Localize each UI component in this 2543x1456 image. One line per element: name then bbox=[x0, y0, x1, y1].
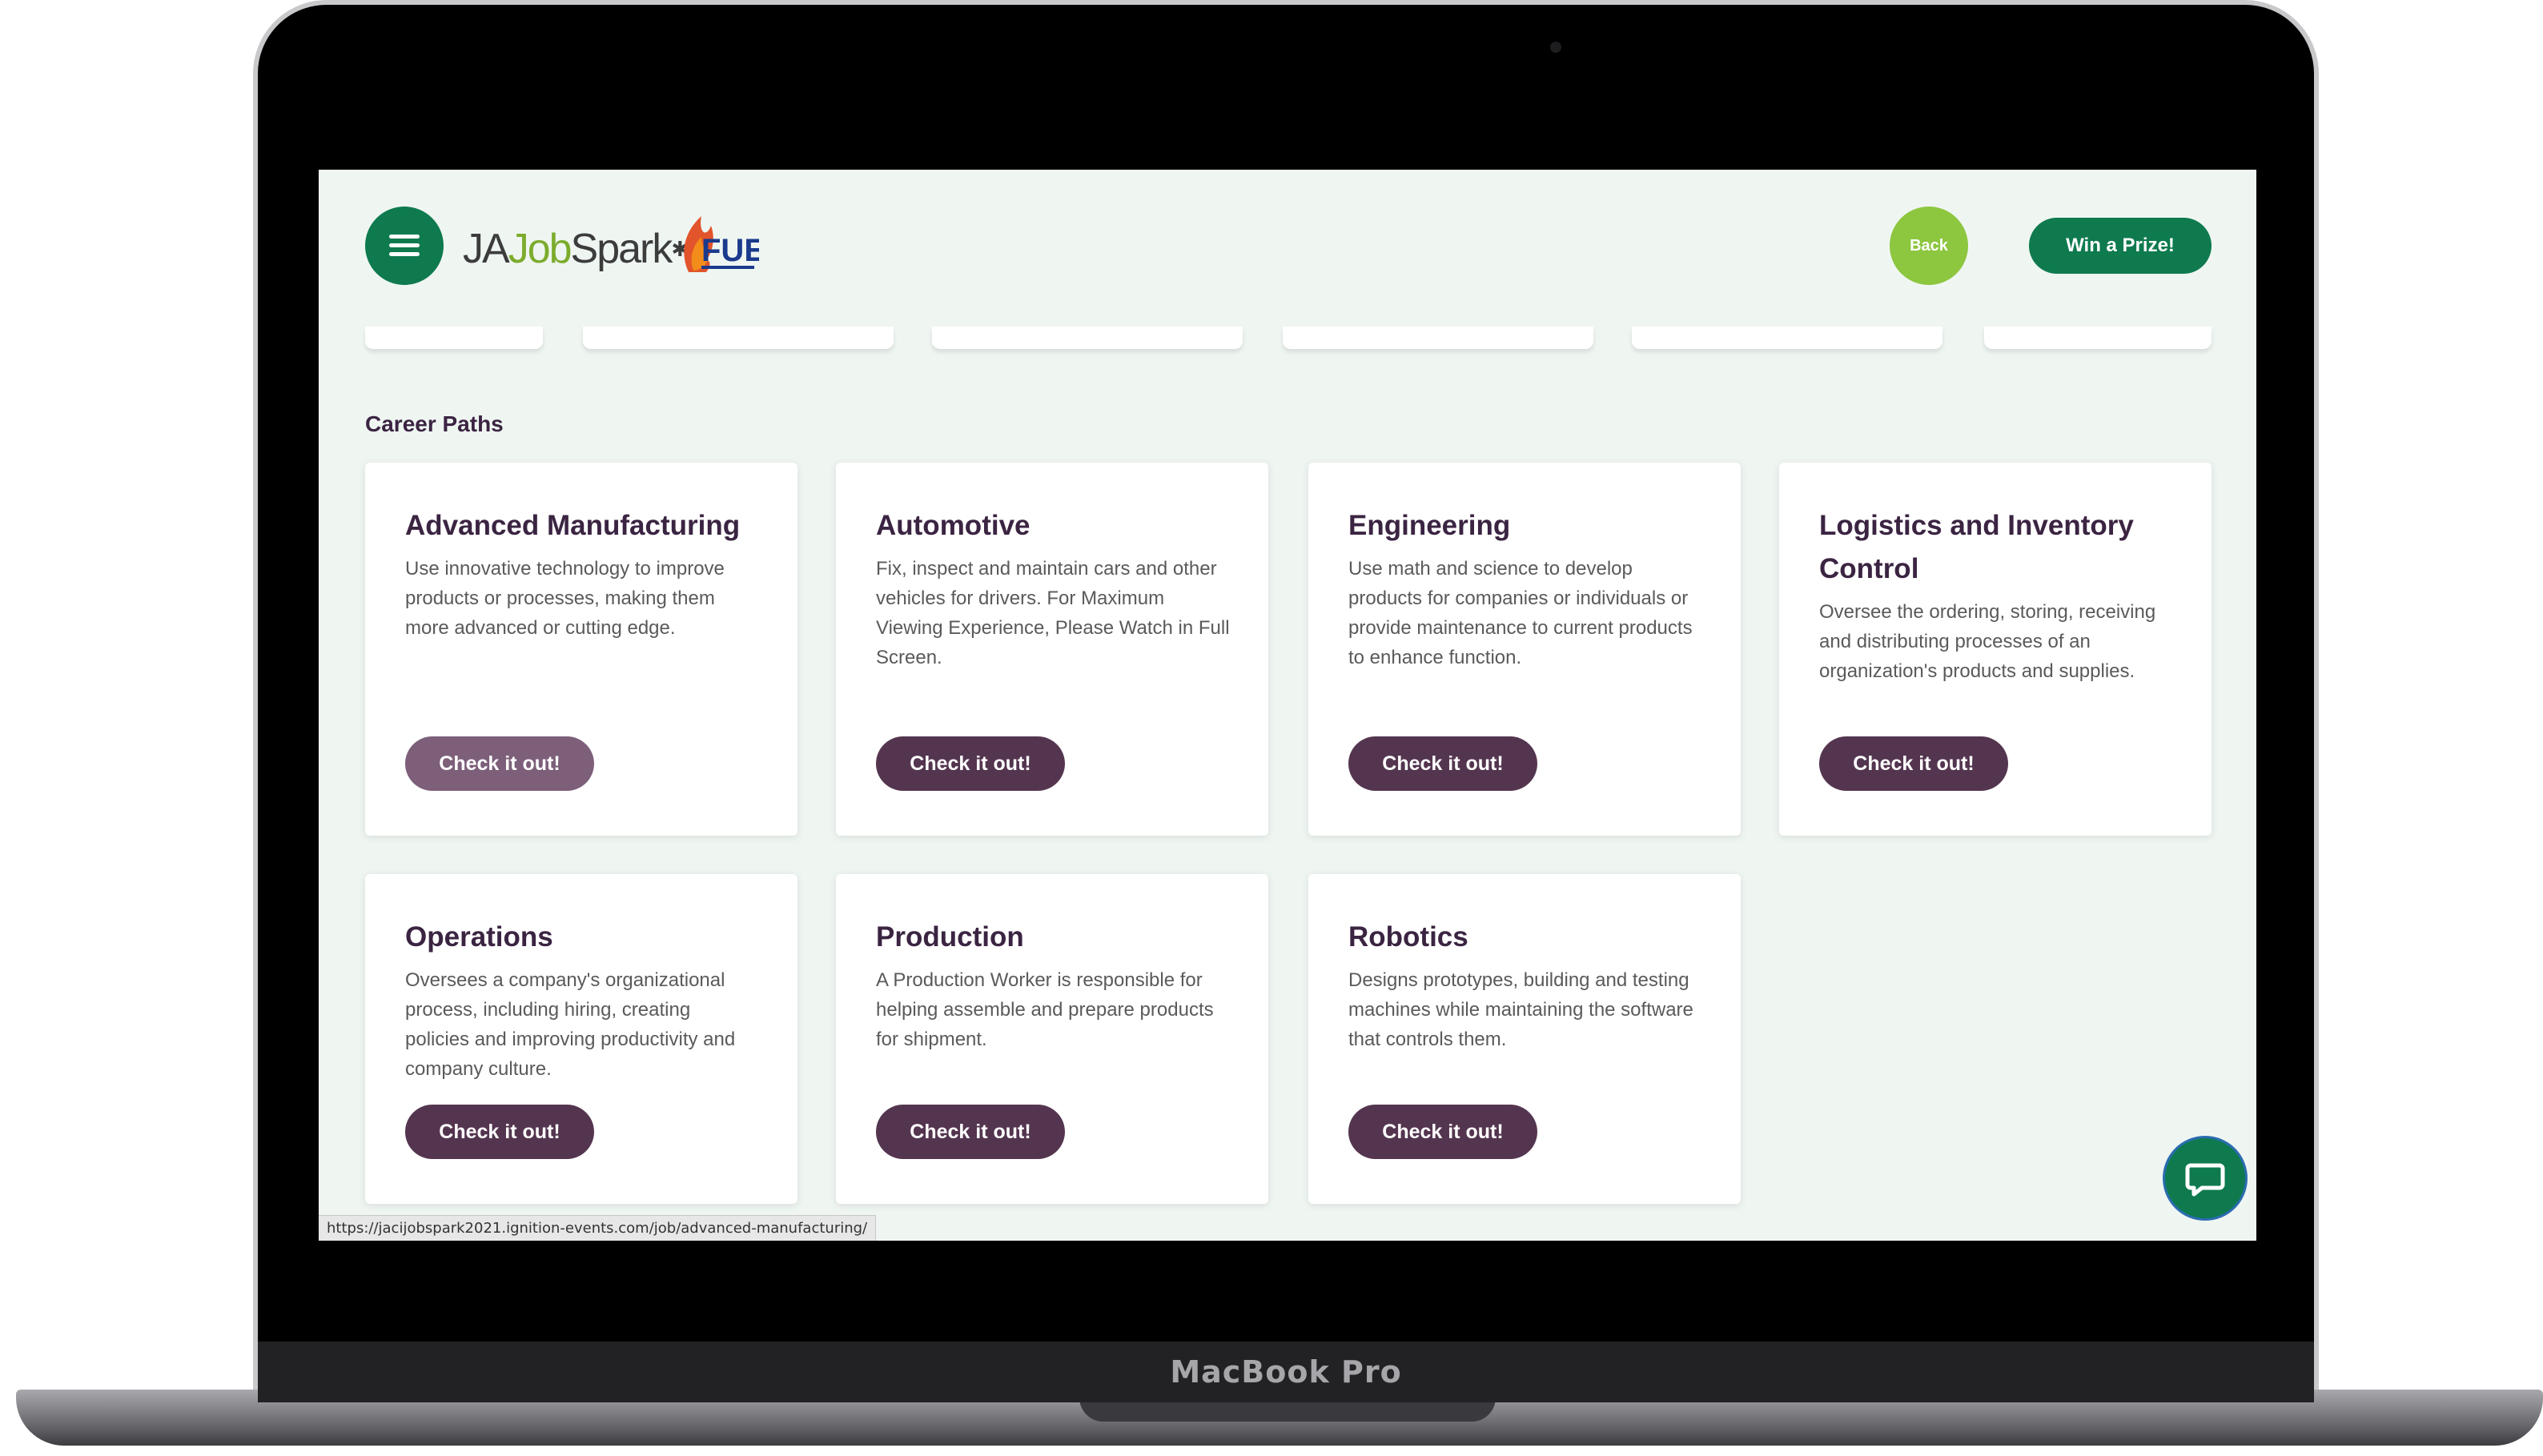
fuel-logo-text: FUEL bbox=[701, 233, 759, 268]
card-description: Designs prototypes, building and testing… bbox=[1348, 969, 1693, 1050]
career-card-engineering: Engineering Use math and science to deve… bbox=[1308, 463, 1741, 836]
logo-spark-text: Spark bbox=[570, 226, 673, 272]
check-it-out-button[interactable]: Check it out! bbox=[876, 1105, 1065, 1159]
card-title: Operations bbox=[405, 921, 553, 953]
card-description: Oversee the ordering, storing, receiving… bbox=[1819, 601, 2156, 682]
section-title: Career Paths bbox=[365, 411, 504, 436]
tab-stub[interactable] bbox=[1632, 327, 1942, 349]
career-card-automotive: Automotive Fix, inspect and maintain car… bbox=[836, 463, 1268, 836]
card-description: Use innovative technology to improve pro… bbox=[405, 558, 725, 639]
status-bar-url: https://jacijobspark2021.ignition-events… bbox=[319, 1215, 877, 1241]
card-description: Fix, inspect and maintain cars and other… bbox=[876, 558, 1230, 668]
career-card-robotics: Robotics Designs prototypes, building an… bbox=[1308, 874, 1741, 1204]
card-description: Oversees a company's organizational proc… bbox=[405, 969, 736, 1080]
tab-stub[interactable] bbox=[1283, 327, 1593, 349]
device-label: MacBook Pro bbox=[1170, 1354, 1402, 1390]
jobspark-logo[interactable]: JAJobSpark✱ bbox=[463, 223, 689, 275]
back-button[interactable]: Back bbox=[1890, 207, 1968, 285]
card-title: Engineering bbox=[1348, 510, 1511, 541]
card-description: A Production Worker is responsible for h… bbox=[876, 969, 1214, 1050]
card-title: Production bbox=[876, 921, 1024, 953]
tab-stub[interactable] bbox=[583, 327, 894, 349]
tab-stub[interactable] bbox=[365, 327, 543, 349]
hamburger-icon bbox=[389, 235, 420, 257]
check-it-out-button[interactable]: Check it out! bbox=[405, 736, 594, 791]
menu-button[interactable] bbox=[365, 207, 444, 285]
camera bbox=[1550, 42, 1561, 53]
logo-job-text: Job bbox=[508, 226, 572, 272]
card-title: Logistics and Inventory Control bbox=[1819, 510, 2134, 584]
fuel-logo: FUEL bbox=[684, 216, 759, 272]
tab-stub[interactable] bbox=[1984, 327, 2212, 349]
category-tab-strip bbox=[319, 327, 2256, 355]
chat-bubble-icon bbox=[2185, 1163, 2225, 1197]
career-card-advanced-manufacturing: Advanced Manufacturing Use innovative te… bbox=[365, 463, 797, 836]
site-header: JAJobSpark✱ FUEL Back Win a Prize! bbox=[319, 170, 2256, 330]
tab-stub[interactable] bbox=[932, 327, 1243, 349]
browser-viewport: JAJobSpark✱ FUEL Back Win a Prize! Caree… bbox=[319, 170, 2256, 1241]
logo-ja-text: JA bbox=[463, 226, 510, 272]
card-title: Advanced Manufacturing bbox=[405, 510, 741, 541]
win-prize-button[interactable]: Win a Prize! bbox=[2029, 218, 2212, 274]
check-it-out-button[interactable]: Check it out! bbox=[405, 1105, 594, 1159]
career-card-production: Production A Production Worker is respon… bbox=[836, 874, 1268, 1204]
card-title: Robotics bbox=[1348, 921, 1468, 953]
career-card-operations: Operations Oversees a company's organiza… bbox=[365, 874, 797, 1204]
chat-button[interactable] bbox=[2165, 1138, 2245, 1218]
check-it-out-button[interactable]: Check it out! bbox=[876, 736, 1065, 791]
check-it-out-button[interactable]: Check it out! bbox=[1348, 1105, 1537, 1159]
laptop-chin: MacBook Pro bbox=[258, 1342, 2314, 1402]
check-it-out-button[interactable]: Check it out! bbox=[1348, 736, 1537, 791]
card-title: Automotive bbox=[876, 510, 1030, 541]
check-it-out-button[interactable]: Check it out! bbox=[1819, 736, 2008, 791]
card-description: Use math and science to develop products… bbox=[1348, 558, 1693, 668]
career-card-logistics: Logistics and Inventory Control Oversee … bbox=[1779, 463, 2212, 836]
